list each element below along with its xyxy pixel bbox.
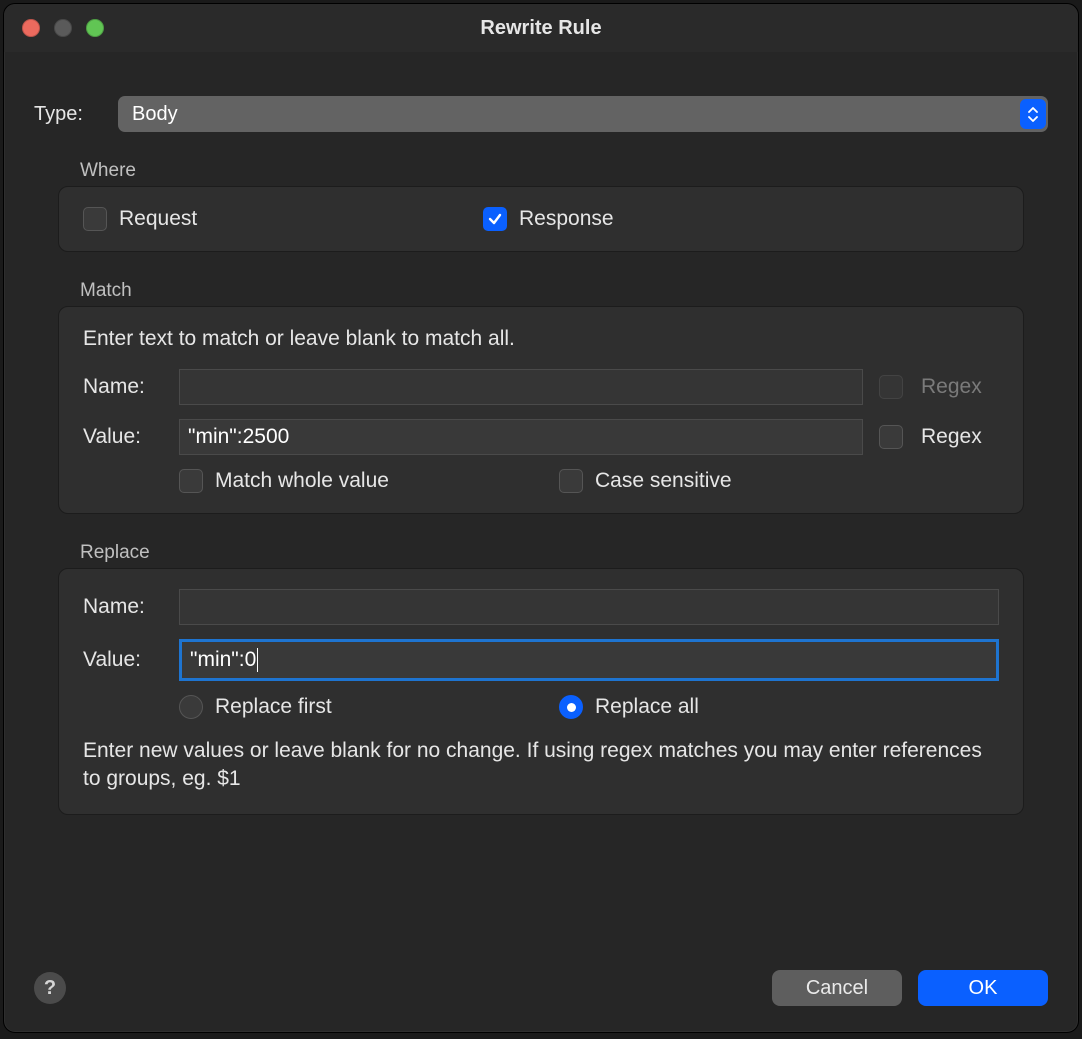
match-whole-value-checkbox[interactable] bbox=[179, 469, 203, 493]
where-section-label: Where bbox=[80, 160, 1048, 182]
match-value-regex-label: Regex bbox=[921, 425, 982, 449]
help-button[interactable]: ? bbox=[34, 972, 66, 1004]
replace-value-label: Value: bbox=[83, 648, 179, 672]
dialog-window: Rewrite Rule Type: Body Where Request bbox=[3, 3, 1079, 1033]
type-label: Type: bbox=[34, 103, 104, 126]
replace-first-label: Replace first bbox=[215, 695, 332, 719]
window-close-button[interactable] bbox=[22, 19, 40, 37]
match-value-regex-checkbox[interactable] bbox=[879, 425, 903, 449]
match-section-label: Match bbox=[80, 280, 1048, 302]
response-label: Response bbox=[519, 207, 614, 231]
match-group: Enter text to match or leave blank to ma… bbox=[58, 306, 1024, 514]
replace-all-radio[interactable] bbox=[559, 695, 583, 719]
traffic-lights bbox=[4, 19, 104, 37]
replace-value-text: "min":0 bbox=[190, 648, 256, 672]
replace-hint: Enter new values or leave blank for no c… bbox=[83, 737, 999, 794]
content-area: Type: Body Where Request bbox=[4, 52, 1078, 970]
match-value-label: Value: bbox=[83, 425, 179, 449]
replace-name-input[interactable] bbox=[179, 589, 999, 625]
response-checkbox[interactable] bbox=[483, 207, 507, 231]
ok-button[interactable]: OK bbox=[918, 970, 1048, 1006]
window-zoom-button[interactable] bbox=[86, 19, 104, 37]
match-name-label: Name: bbox=[83, 375, 179, 399]
replace-section-label: Replace bbox=[80, 542, 1048, 564]
match-hint: Enter text to match or leave blank to ma… bbox=[83, 327, 999, 351]
replace-value-input[interactable]: "min":0 bbox=[179, 639, 999, 681]
select-stepper-icon bbox=[1020, 99, 1046, 129]
match-name-regex-checkbox[interactable] bbox=[879, 375, 903, 399]
type-row: Type: Body bbox=[34, 96, 1048, 132]
case-sensitive-checkbox[interactable] bbox=[559, 469, 583, 493]
where-group: Request Response bbox=[58, 186, 1024, 252]
titlebar: Rewrite Rule bbox=[4, 4, 1078, 52]
replace-first-radio[interactable] bbox=[179, 695, 203, 719]
case-sensitive-label: Case sensitive bbox=[595, 469, 732, 493]
text-caret bbox=[257, 648, 258, 672]
cancel-button[interactable]: Cancel bbox=[772, 970, 902, 1006]
match-name-regex-label: Regex bbox=[921, 375, 982, 399]
window-title: Rewrite Rule bbox=[4, 17, 1078, 40]
window-minimize-button[interactable] bbox=[54, 19, 72, 37]
replace-name-label: Name: bbox=[83, 595, 179, 619]
match-value-input[interactable] bbox=[179, 419, 863, 455]
match-whole-value-label: Match whole value bbox=[215, 469, 389, 493]
type-select-value: Body bbox=[132, 103, 178, 126]
request-checkbox[interactable] bbox=[83, 207, 107, 231]
match-name-input[interactable] bbox=[179, 369, 863, 405]
type-select[interactable]: Body bbox=[118, 96, 1048, 132]
replace-group: Name: Value: "min":0 Replace first Repla… bbox=[58, 568, 1024, 815]
replace-all-label: Replace all bbox=[595, 695, 699, 719]
footer: ? Cancel OK bbox=[4, 970, 1078, 1032]
request-label: Request bbox=[119, 207, 197, 231]
